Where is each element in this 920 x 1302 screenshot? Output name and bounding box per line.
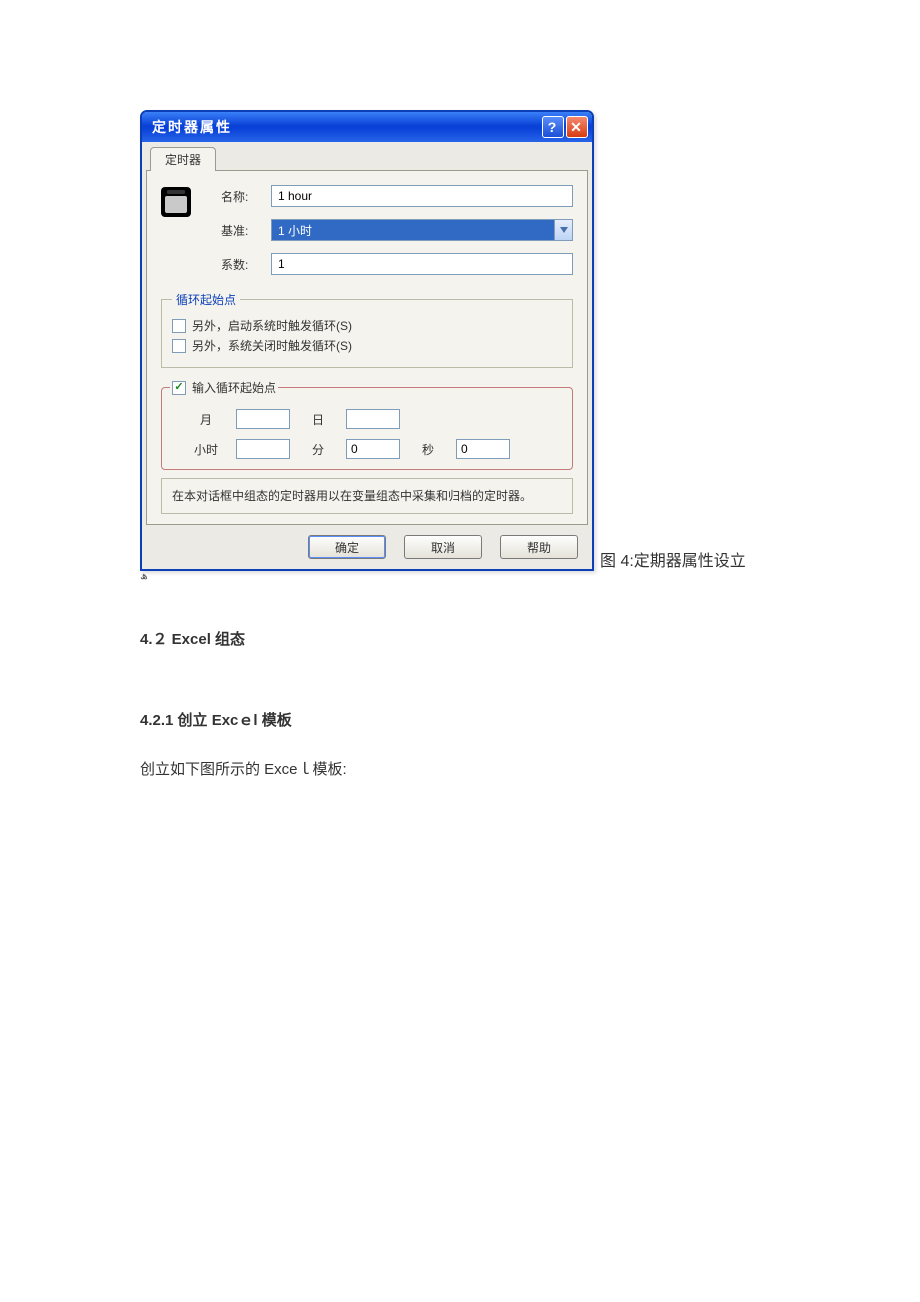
minute-input[interactable] <box>346 439 400 459</box>
day-label: 日 <box>298 411 338 428</box>
section-4-2-1: 4.2.1 创立 Excｅl 模板 <box>140 709 790 730</box>
month-label: 月 <box>184 411 228 428</box>
tab-panel-timer: 名称: 基准: 1 小时 <box>146 170 588 525</box>
base-label: 基准: <box>221 222 271 239</box>
checkbox-close-system-label: 另外，系统关闭时触发循环(S) <box>192 337 352 354</box>
close-icon[interactable]: ✕ <box>566 116 588 138</box>
name-label: 名称: <box>221 188 271 205</box>
minute-label: 分 <box>298 441 338 458</box>
factor-label: 系数: <box>221 256 271 273</box>
help-button[interactable]: 帮助 <box>500 535 578 559</box>
checkbox-close-system[interactable] <box>172 339 186 353</box>
info-text: 在本对话框中组态的定时器用以在变量组态中采集和归档的定时器。 <box>161 478 573 514</box>
body-4-2-1: 创立如下图所示的 Exceｌ模板: <box>140 758 790 779</box>
chevron-down-icon[interactable] <box>554 220 572 240</box>
dialog-title: 定时器属性 <box>152 117 540 137</box>
base-select-value: 1 小时 <box>272 220 554 240</box>
factor-input[interactable] <box>271 253 573 275</box>
dialog-titlebar[interactable]: 定时器属性 ? ✕ <box>142 112 592 142</box>
checkbox-start-system[interactable] <box>172 319 186 333</box>
checkbox-start-system-label: 另外，启动系统时触发循环(S) <box>192 317 352 334</box>
name-input[interactable] <box>271 185 573 207</box>
cancel-button[interactable]: 取消 <box>404 535 482 559</box>
cycle-start-group: 循环起始点 另外，启动系统时触发循环(S) 另外，系统关闭时触发循环(S) <box>161 291 573 368</box>
base-select[interactable]: 1 小时 <box>271 219 573 241</box>
second-input[interactable] <box>456 439 510 459</box>
timer-properties-dialog: 定时器属性 ? ✕ 定时器 名称: <box>140 110 594 571</box>
section-4-2: 4.２ Excel 组态 <box>140 628 790 649</box>
second-label: 秒 <box>408 441 448 458</box>
stopwatch-icon <box>161 187 191 217</box>
hour-input[interactable] <box>236 439 290 459</box>
ok-button[interactable]: 确定 <box>308 535 386 559</box>
datetime-group: 输入循环起始点 月 日 小时 分 <box>161 376 573 470</box>
tab-timer[interactable]: 定时器 <box>150 147 216 171</box>
hour-label: 小时 <box>184 441 228 458</box>
checkbox-input-cycle-start[interactable] <box>172 381 186 395</box>
checkbox-input-cycle-start-label: 输入循环起始点 <box>192 379 276 396</box>
month-input[interactable] <box>236 409 290 429</box>
figure-caption: 图 4:定期器属性设立 <box>600 547 746 571</box>
day-input[interactable] <box>346 409 400 429</box>
help-icon[interactable]: ? <box>542 116 564 138</box>
cycle-legend: 循环起始点 <box>172 291 240 308</box>
